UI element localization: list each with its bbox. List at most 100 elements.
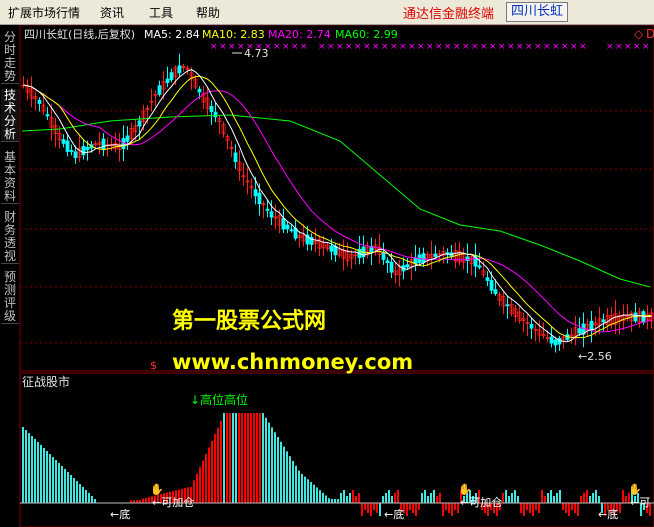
- cross-marker-icon: ×: [291, 42, 299, 52]
- indicator-bar: [421, 493, 423, 503]
- indicator-bar: [565, 503, 567, 513]
- ma20-label: MA20: 2.74: [268, 28, 331, 41]
- indicator-bar: [454, 503, 456, 510]
- indicator-bar: [253, 413, 255, 503]
- candle-body: [233, 152, 238, 163]
- candle-body: [485, 277, 490, 281]
- indicator-bar: [220, 421, 222, 503]
- indicator-bar: [304, 476, 306, 503]
- indicator-bar: [574, 503, 576, 513]
- indicator-bar: [562, 503, 564, 510]
- indicator-bar: [358, 493, 360, 503]
- indicator-bar: [445, 503, 447, 510]
- indicator-bar: [319, 490, 321, 503]
- candle-body: [477, 265, 482, 268]
- indicator-bar: [625, 496, 627, 503]
- main-chart-frame: [19, 25, 654, 372]
- add-position-signal-3: ←可: [630, 496, 650, 509]
- indicator-bar: [88, 493, 90, 503]
- cross-marker-icon: ×: [489, 42, 497, 52]
- candle-body: [37, 99, 42, 104]
- cross-marker-icon: ×: [615, 42, 623, 52]
- candle-body: [289, 229, 294, 232]
- indicator-bar: [388, 490, 390, 503]
- indicator-bar: [256, 413, 258, 503]
- dollar-sign-marker: $: [150, 359, 157, 372]
- indicator-bar: [430, 493, 432, 503]
- indicator-bar: [436, 496, 438, 503]
- candle-body: [493, 289, 498, 295]
- indicator-bar: [235, 413, 237, 503]
- indicator-bar: [553, 496, 555, 503]
- indicator-bar: [382, 496, 384, 503]
- indicator-bar: [541, 490, 543, 503]
- hand-icon: ✋: [458, 483, 472, 496]
- indicator-bar: [322, 492, 324, 503]
- indicator-bars: [22, 413, 651, 516]
- indicator-bar: [406, 503, 408, 516]
- candle-body: [81, 145, 86, 156]
- stock-chart-area[interactable]: 四川长虹(日线,后复权) MA5: 2.84 MA10: 2.83 MA20: …: [0, 25, 654, 527]
- candle-body: [381, 252, 386, 260]
- indicator-bar: [40, 445, 42, 503]
- bottom-signal-3: ←底: [598, 507, 618, 521]
- indicator-bar: [49, 454, 51, 503]
- indicator-bar: [370, 503, 372, 516]
- indicator-bar: [355, 496, 357, 503]
- watermark-url: www.chnmoney.com: [172, 350, 413, 374]
- indicator-bar: [325, 495, 327, 503]
- indicator-bar: [439, 493, 441, 503]
- cross-marker-icon: ×: [552, 42, 560, 52]
- cross-marker-icon: ×: [570, 42, 578, 52]
- indicator-bar: [229, 413, 231, 503]
- indicator-bar: [223, 413, 225, 503]
- indicator-bar: [505, 490, 507, 503]
- indicator-bar: [298, 470, 300, 503]
- cross-marker-icon: ×: [606, 42, 614, 52]
- indicator-bar: [76, 481, 78, 503]
- diamond-icon[interactable]: ◇: [634, 27, 644, 41]
- ma10-label: MA10: 2.83: [202, 28, 265, 41]
- menu-help[interactable]: 帮助: [196, 4, 220, 21]
- indicator-bar: [328, 498, 330, 503]
- indicator-bar: [559, 490, 561, 503]
- indicator-bar: [583, 493, 585, 503]
- indicator-bar: [349, 493, 351, 503]
- candle-body: [265, 208, 270, 211]
- brand-title: 通达信金融终端: [403, 7, 495, 22]
- candle-body: [433, 253, 438, 257]
- indicator-bar: [64, 469, 66, 503]
- indicator-bar: [571, 503, 573, 510]
- cross-marker-icon: ×: [318, 42, 326, 52]
- indicator-bar: [523, 503, 525, 516]
- indicator-bar: [364, 503, 366, 510]
- indicator-bar: [379, 503, 381, 516]
- cross-marker-icon: ×: [462, 42, 470, 52]
- stock-name-tag[interactable]: 四川长虹: [506, 2, 569, 22]
- menu-extended-market[interactable]: 扩展市场行情: [8, 4, 80, 21]
- indicator-bar: [241, 413, 243, 503]
- cross-marker-icon: ×: [354, 42, 362, 52]
- cross-marker-icon: ×: [219, 42, 227, 52]
- cross-marker-icon: ×: [561, 42, 569, 52]
- indicator-bar: [259, 413, 261, 503]
- cross-marker-icon: ×: [642, 42, 650, 52]
- candle-body: [137, 120, 142, 127]
- indicator-bar: [595, 490, 597, 503]
- ma60-label: MA60: 2.99: [335, 28, 398, 41]
- indicator-bar: [433, 490, 435, 503]
- indicator-bar: [508, 496, 510, 503]
- indicator-bar: [532, 503, 534, 516]
- d-marker-icon: D: [646, 27, 654, 41]
- candle-body: [489, 280, 494, 291]
- candle-body: [505, 304, 510, 307]
- indicator-bar: [577, 503, 579, 516]
- menu-tools[interactable]: 工具: [149, 4, 173, 21]
- candle-body: [85, 146, 90, 150]
- candle-body: [213, 111, 218, 118]
- candle-body: [577, 328, 582, 334]
- candle-body: [45, 114, 50, 117]
- menu-news[interactable]: 资讯: [100, 4, 124, 21]
- indicator-bar: [598, 496, 600, 503]
- indicator-bar: [568, 503, 570, 516]
